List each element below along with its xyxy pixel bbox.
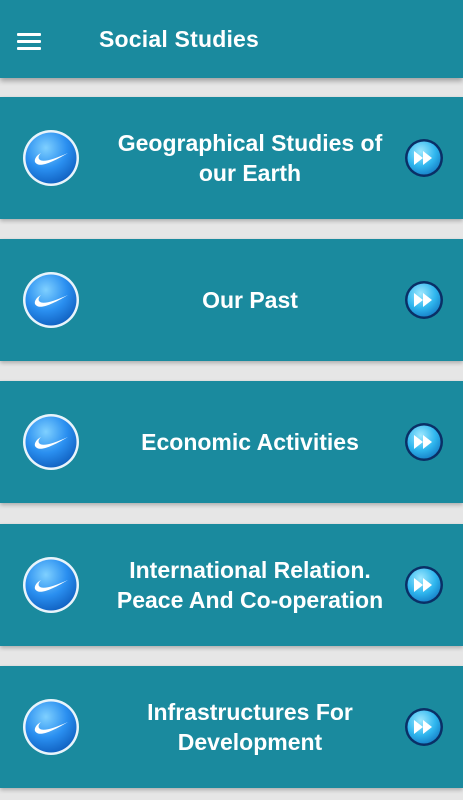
swoosh-logo-icon: [23, 130, 79, 186]
topic-label: Economic Activities: [141, 429, 359, 455]
topic-card[interactable]: Our Past: [0, 239, 463, 361]
menu-icon[interactable]: [17, 30, 43, 50]
topic-card[interactable]: International Relation. Peace And Co-ope…: [0, 524, 463, 646]
swoosh-logo-icon: [23, 272, 79, 328]
topic-label: Our Past: [202, 287, 298, 313]
swoosh-logo-icon: [23, 414, 79, 470]
topic-label: International Relation. Peace And Co-ope…: [116, 557, 384, 613]
swoosh-logo-icon: [23, 557, 79, 613]
fast-forward-icon[interactable]: [404, 138, 444, 178]
app-bar: Social Studies: [0, 0, 463, 78]
fast-forward-icon[interactable]: [404, 707, 444, 747]
fast-forward-icon[interactable]: [404, 280, 444, 320]
app-title: Social Studies: [99, 26, 260, 52]
topic-card[interactable]: Geographical Studies of our Earth: [0, 97, 463, 219]
menu-icon-line: [17, 40, 41, 43]
menu-icon-line: [17, 47, 41, 50]
fast-forward-icon[interactable]: [404, 422, 444, 462]
fast-forward-icon[interactable]: [404, 565, 444, 605]
topic-label: Geographical Studies of our Earth: [117, 130, 383, 186]
swoosh-logo-icon: [23, 699, 79, 755]
topic-card[interactable]: Economic Activities: [0, 381, 463, 503]
menu-icon-line: [17, 33, 41, 36]
topic-label: Infrastructures For Development: [147, 699, 353, 755]
topic-card[interactable]: Infrastructures For Development: [0, 666, 463, 788]
